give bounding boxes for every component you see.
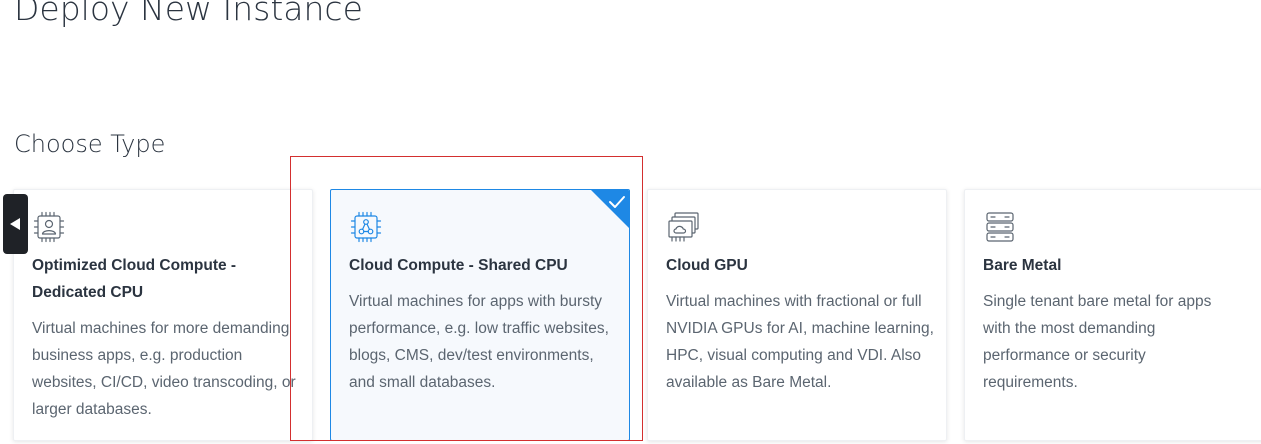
selected-checkmark-icon xyxy=(591,190,629,228)
type-card-optimized-cloud-compute[interactable]: Optimized Cloud Compute - Dedicated CPU … xyxy=(13,189,313,441)
type-card-cloud-gpu[interactable]: Cloud GPU Virtual machines with fraction… xyxy=(647,189,947,441)
type-card-description: Single tenant bare metal for apps with t… xyxy=(983,293,1212,391)
type-card-title: Cloud GPU xyxy=(666,257,748,274)
type-card-title: Optimized Cloud Compute - Dedicated CPU xyxy=(32,257,237,301)
type-card-title: Bare Metal xyxy=(983,257,1062,274)
type-card-description: Virtual machines with fractional or full… xyxy=(666,293,934,391)
type-card-bare-metal[interactable]: Bare Metal Single tenant bare metal for … xyxy=(964,189,1261,441)
cpu-network-icon xyxy=(349,210,383,244)
type-card-description: Virtual machines for apps with bursty pe… xyxy=(349,293,609,391)
gpu-card-icon xyxy=(666,210,700,244)
type-card-cloud-compute-shared-cpu[interactable]: Cloud Compute - Shared CPU Virtual machi… xyxy=(330,189,630,441)
instance-type-cards: Optimized Cloud Compute - Dedicated CPU … xyxy=(0,0,1261,444)
cpu-user-icon xyxy=(32,210,66,244)
server-rack-icon xyxy=(983,210,1017,244)
sidebar-collapse-handle[interactable] xyxy=(3,194,28,254)
type-card-title: Cloud Compute - Shared CPU xyxy=(349,257,568,274)
caret-left-icon xyxy=(10,218,20,230)
type-card-description: Virtual machines for more demanding busi… xyxy=(32,320,296,418)
